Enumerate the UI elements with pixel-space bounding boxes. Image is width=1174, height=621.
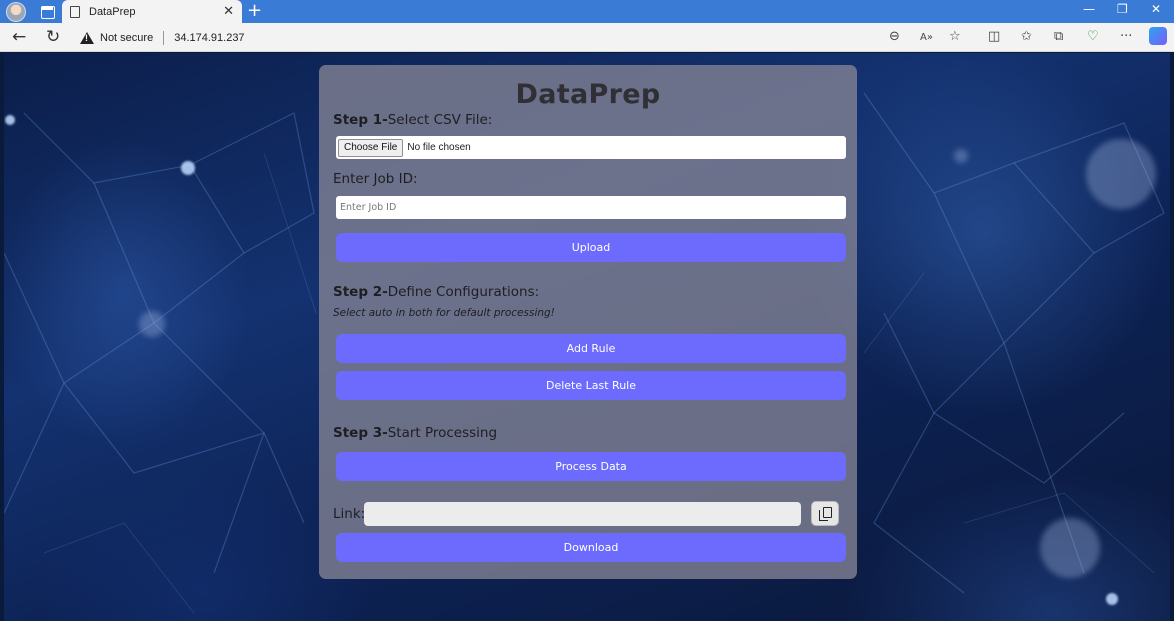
bg-bokeh — [954, 149, 968, 163]
tab-actions-icon[interactable] — [40, 4, 56, 20]
security-label[interactable]: Not secure — [100, 32, 153, 44]
read-aloud-icon[interactable]: A» — [920, 29, 933, 47]
minimize-button[interactable]: — — [1083, 2, 1095, 16]
back-icon[interactable]: ← — [12, 27, 26, 47]
refresh-icon[interactable]: ↻ — [46, 27, 60, 47]
bg-bokeh — [1040, 518, 1100, 578]
delete-last-rule-button[interactable]: Delete Last Rule — [336, 371, 846, 400]
split-screen-icon[interactable]: ◫ — [988, 28, 1000, 46]
favorites-icon[interactable]: ✩ — [1021, 28, 1032, 46]
choose-file-button[interactable]: Choose File — [338, 138, 404, 157]
copy-icon-front — [823, 507, 832, 518]
close-window-button[interactable]: ✕ — [1151, 2, 1161, 16]
step2-title: Define Configurations: — [387, 284, 540, 300]
url-separator — [163, 30, 165, 45]
bg-particle — [1106, 593, 1118, 605]
bg-bokeh — [1086, 139, 1156, 209]
step2-heading: Step 2-Define Configurations: — [333, 284, 539, 300]
browser-tab[interactable]: DataPrep ✕ — [62, 0, 242, 23]
tab-title: DataPrep — [89, 5, 136, 18]
upload-button[interactable]: Upload — [336, 233, 846, 262]
job-id-label: Enter Job ID: — [333, 171, 418, 187]
new-tab-button[interactable]: + — [247, 1, 262, 21]
step1-number: Step 1- — [333, 112, 388, 128]
restore-button[interactable]: ❐ — [1117, 2, 1128, 16]
page-icon — [70, 5, 80, 18]
download-button[interactable]: Download — [336, 533, 846, 562]
step3-title: Start Processing — [387, 425, 498, 441]
copy-link-button[interactable] — [811, 501, 839, 526]
tab-close-icon[interactable]: ✕ — [223, 5, 234, 18]
link-label: Link: — [333, 506, 366, 522]
job-id-input[interactable] — [336, 196, 846, 219]
browser-tab-bar: DataPrep ✕ + — ❐ ✕ — [0, 0, 1174, 23]
favorite-icon[interactable]: ☆ — [949, 28, 961, 46]
step1-title: Select CSV File: — [387, 112, 493, 128]
bg-particle — [5, 115, 15, 125]
bg-bokeh — [139, 311, 165, 337]
add-rule-button[interactable]: Add Rule — [336, 334, 846, 363]
collections-icon[interactable]: ⧉ — [1054, 28, 1063, 46]
profile-icon[interactable] — [6, 1, 26, 22]
url-text[interactable]: 34.174.91.237 — [174, 32, 244, 44]
url-field[interactable]: Not secure 34.174.91.237 — [80, 27, 245, 48]
step2-hint: Select auto in both for default processi… — [333, 307, 555, 319]
csv-file-input[interactable]: Choose File No file chosen — [336, 136, 846, 159]
page-title: DataPrep — [515, 79, 661, 110]
bg-particle — [181, 161, 195, 175]
process-data-button[interactable]: Process Data — [336, 452, 846, 481]
copilot-icon[interactable] — [1149, 27, 1167, 45]
zoom-icon[interactable]: ⊖ — [889, 28, 900, 46]
dataprep-card: DataPrep Step 1-Select CSV File: Choose … — [319, 65, 857, 579]
address-bar: ← ↻ Not secure 34.174.91.237 ⊖ A» ☆ ◫ ✩ … — [0, 23, 1174, 52]
step2-number: Step 2- — [333, 284, 388, 300]
warning-icon[interactable] — [80, 31, 94, 44]
step3-heading: Step 3-Start Processing — [333, 425, 497, 441]
step3-number: Step 3- — [333, 425, 388, 441]
step1-heading: Step 1-Select CSV File: — [333, 112, 492, 128]
browser-essentials-icon[interactable]: ♡ — [1087, 28, 1099, 46]
file-status: No file chosen — [407, 142, 471, 153]
link-output-field[interactable] — [364, 502, 801, 526]
more-icon[interactable]: ··· — [1120, 28, 1132, 46]
